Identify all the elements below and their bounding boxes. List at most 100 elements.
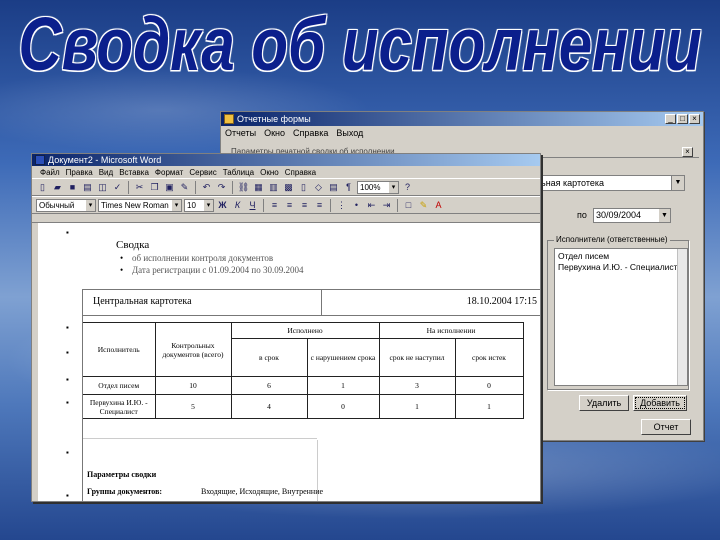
help-icon[interactable]: ? [401, 181, 414, 194]
new-document-icon[interactable]: ▯ [36, 181, 49, 194]
report-button[interactable]: Отчет [641, 419, 691, 435]
menu-item-help[interactable]: Справка [285, 168, 316, 177]
list-item[interactable]: Первухина И.Ю. - Специалист [558, 262, 684, 273]
menu-item-format[interactable]: Формат [155, 168, 183, 177]
table-cell: 1 [454, 394, 524, 419]
formatting-toolbar: Обычный Times New Roman 10 Ж К Ч ≡ ≡ ≡ ≡… [32, 196, 540, 214]
maximize-icon[interactable]: □ [677, 114, 688, 124]
print-icon[interactable]: ▤ [81, 181, 94, 194]
slide-title: Сводка об исполнении [18, 2, 702, 87]
paragraph-marker: ▪ [66, 398, 69, 407]
inner-close-icon[interactable]: × [682, 147, 693, 157]
format-painter-icon[interactable]: ✎ [178, 181, 191, 194]
document-bullet: об исполнении контроля документов [120, 253, 273, 263]
numbering-icon[interactable]: ⋮ [335, 199, 348, 212]
show-hide-icon[interactable]: ¶ [342, 181, 355, 194]
spelling-icon[interactable]: ✓ [111, 181, 124, 194]
delete-button[interactable]: Удалить [579, 395, 629, 411]
table-cell: 0 [454, 376, 524, 395]
hyperlink-icon[interactable]: ⛓ [237, 181, 250, 194]
decrease-indent-icon[interactable]: ⇤ [365, 199, 378, 212]
card-combo[interactable]: ьная картотека ▼ [537, 175, 685, 191]
increase-indent-icon[interactable]: ⇥ [380, 199, 393, 212]
word-title: Документ2 - Microsoft Word [48, 155, 162, 165]
style-select[interactable]: Обычный [36, 198, 96, 212]
tables-borders-icon[interactable]: ▦ [252, 181, 265, 194]
toolbar-separator [195, 180, 196, 194]
zoom-value: 100% [360, 182, 381, 192]
table-cell: 0 [306, 394, 380, 419]
font-color-icon[interactable]: A [432, 199, 445, 212]
menu-item-file[interactable]: Файл [40, 168, 60, 177]
align-right-icon[interactable]: ≡ [298, 199, 311, 212]
executors-list[interactable]: Отдел писем Первухина И.Ю. - Специалист [554, 248, 688, 386]
cut-icon[interactable]: ✂ [133, 181, 146, 194]
menu-item-reports[interactable]: Отчеты [225, 128, 256, 138]
table-cell: 1 [306, 376, 380, 395]
menu-item-exit[interactable]: Выход [336, 128, 363, 138]
word-titlebar[interactable]: Документ2 - Microsoft Word [32, 154, 540, 166]
copy-icon[interactable]: ❐ [148, 181, 161, 194]
minimize-icon[interactable]: _ [665, 114, 676, 124]
underline-icon[interactable]: Ч [246, 199, 259, 212]
table-cell: 3 [378, 376, 456, 395]
menu-item-edit[interactable]: Правка [66, 168, 93, 177]
menu-item-tools[interactable]: Сервис [189, 168, 216, 177]
menu-item-insert[interactable]: Вставка [119, 168, 149, 177]
document-page[interactable]: ▪ ▪ ▪ ▪ ▪ ▪ ▪ Сводка об исполнении контр… [32, 222, 540, 501]
undo-icon[interactable]: ↶ [200, 181, 213, 194]
app-icon [224, 114, 234, 124]
menu-item-view[interactable]: Вид [99, 168, 113, 177]
open-folder-icon[interactable]: ▰ [51, 181, 64, 194]
drawing-icon[interactable]: ◇ [312, 181, 325, 194]
align-left-icon[interactable]: ≡ [268, 199, 281, 212]
toolbar-separator [232, 180, 233, 194]
columns-icon[interactable]: ▯ [297, 181, 310, 194]
font-size-select[interactable]: 10 [184, 198, 214, 212]
align-center-icon[interactable]: ≡ [283, 199, 296, 212]
redo-icon[interactable]: ↷ [215, 181, 228, 194]
card-combo-value: ьная картотека [541, 178, 604, 188]
params-title: Параметры сводки [87, 470, 157, 479]
report-timestamp: 18.10.2004 17:15 [466, 296, 537, 307]
menu-item-window[interactable]: Окно [260, 168, 279, 177]
list-item[interactable]: Отдел писем [558, 251, 684, 262]
table-header-controlled: Контрольных документов (всего) [154, 322, 232, 377]
highlight-icon[interactable]: ✎ [417, 199, 430, 212]
report-forms-titlebar[interactable]: Отчетные формы _ □ × [221, 112, 703, 126]
bold-icon[interactable]: Ж [216, 199, 229, 212]
insert-table-icon[interactable]: ▥ [267, 181, 280, 194]
zoom-select[interactable]: 100% [357, 180, 399, 194]
chevron-down-icon[interactable]: ▼ [659, 209, 670, 222]
table-header-executor: Исполнитель [83, 322, 156, 377]
insert-excel-icon[interactable]: ▩ [282, 181, 295, 194]
paragraph-marker: ▪ [66, 348, 69, 357]
word-icon [35, 155, 45, 165]
menu-item-table[interactable]: Таблица [223, 168, 254, 177]
bullets-icon[interactable]: • [350, 199, 363, 212]
menu-item-help[interactable]: Справка [293, 128, 328, 138]
font-select[interactable]: Times New Roman [98, 198, 182, 212]
table-row: Отдел писем 10 6 1 3 0 [83, 376, 524, 395]
chevron-down-icon[interactable]: ▼ [671, 176, 684, 190]
menu-item-window[interactable]: Окно [264, 128, 285, 138]
close-icon[interactable]: × [689, 114, 700, 124]
preview-icon[interactable]: ◫ [96, 181, 109, 194]
justify-icon[interactable]: ≡ [313, 199, 326, 212]
table-cell: 6 [230, 376, 308, 395]
frame-divider [83, 438, 317, 439]
add-button[interactable]: Добавить [633, 395, 687, 411]
scrollbar[interactable] [677, 249, 687, 385]
paste-icon[interactable]: ▣ [163, 181, 176, 194]
toolbar-separator [397, 198, 398, 212]
header-divider [321, 290, 322, 316]
table-cell: 4 [230, 394, 308, 419]
executors-group: Исполнители (ответственные) Отдел писем … [547, 235, 689, 390]
italic-icon[interactable]: К [231, 199, 244, 212]
borders-icon[interactable]: □ [402, 199, 415, 212]
font-size-value: 10 [187, 200, 196, 210]
executors-group-title: Исполнители (ответственные) [554, 235, 670, 244]
document-map-icon[interactable]: ▤ [327, 181, 340, 194]
date-to-field[interactable]: 30/09/2004 ▼ [593, 208, 671, 223]
save-icon[interactable]: ■ [66, 181, 79, 194]
